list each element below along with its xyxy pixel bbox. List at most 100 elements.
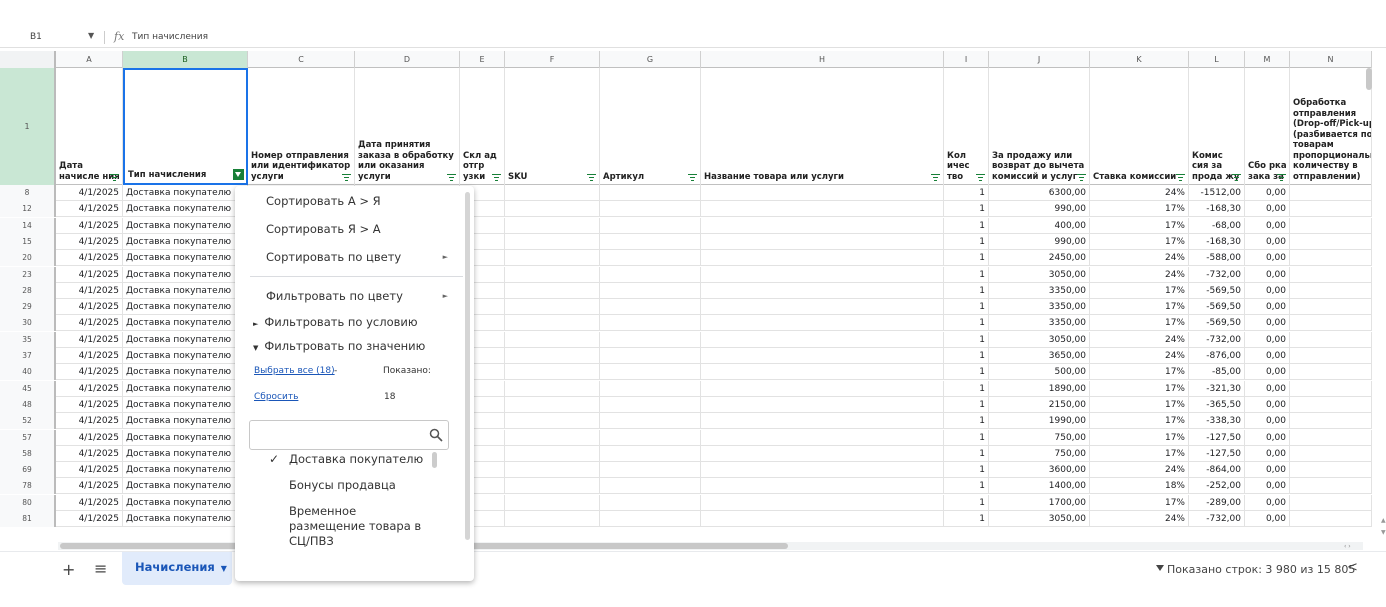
commission-rate-cell[interactable]: 24% [1090, 511, 1189, 527]
quantity-cell[interactable]: 1 [944, 185, 989, 201]
sale-amount-cell[interactable]: 3600,00 [989, 462, 1090, 479]
empty-cell[interactable] [1290, 348, 1372, 364]
quantity-cell[interactable]: 1 [944, 462, 989, 479]
sale-amount-cell[interactable]: 3050,00 [989, 266, 1090, 283]
commission-cell[interactable]: -338,30 [1189, 413, 1245, 430]
assembly-cell[interactable]: 0,00 [1245, 266, 1290, 283]
quantity-cell[interactable]: 1 [944, 396, 989, 413]
assembly-cell[interactable]: 0,00 [1245, 413, 1290, 430]
empty-cell[interactable] [600, 396, 701, 413]
commission-cell[interactable]: -732,00 [1189, 511, 1245, 527]
row-number[interactable]: 80 [0, 494, 56, 511]
date-cell[interactable]: 4/1/2025 [56, 250, 123, 267]
empty-cell[interactable] [701, 396, 944, 413]
filter-by-color-item[interactable]: Фильтровать по цвету ► [235, 285, 474, 307]
quantity-cell[interactable]: 1 [944, 364, 989, 381]
scroll-up-icon[interactable]: ▲ [1381, 517, 1386, 524]
assembly-cell[interactable]: 0,00 [1245, 315, 1290, 332]
header-cell-m[interactable]: Сбо рка зака за [1245, 68, 1290, 185]
type-cell[interactable]: Доставка покупателю [123, 201, 248, 218]
sale-amount-cell[interactable]: 2150,00 [989, 396, 1090, 413]
type-cell[interactable]: Доставка покупателю [123, 364, 248, 381]
column-header-h[interactable]: H [701, 51, 944, 68]
sale-amount-cell[interactable]: 990,00 [989, 233, 1090, 250]
commission-rate-cell[interactable]: 17% [1090, 299, 1189, 316]
empty-cell[interactable] [701, 299, 944, 316]
type-cell[interactable]: Доставка покупателю [123, 266, 248, 283]
filter-icon[interactable] [587, 174, 596, 181]
row-number[interactable]: 37 [0, 348, 56, 364]
select-all-corner[interactable] [0, 51, 56, 68]
value-search-input[interactable] [249, 420, 449, 450]
empty-cell[interactable] [505, 429, 600, 446]
type-cell[interactable]: Доставка покупателю [123, 396, 248, 413]
commission-rate-cell[interactable]: 17% [1090, 315, 1189, 332]
empty-cell[interactable] [701, 380, 944, 397]
type-cell[interactable]: Доставка покупателю [123, 282, 248, 299]
type-cell[interactable]: Доставка покупателю [123, 511, 248, 527]
commission-cell[interactable]: -864,00 [1189, 462, 1245, 479]
quantity-cell[interactable]: 1 [944, 250, 989, 267]
empty-cell[interactable] [505, 511, 600, 527]
filter-icon[interactable] [1077, 174, 1086, 181]
empty-cell[interactable] [701, 413, 944, 430]
empty-cell[interactable] [600, 201, 701, 218]
empty-cell[interactable] [505, 494, 600, 511]
column-header-c[interactable]: C [248, 51, 355, 68]
empty-cell[interactable] [701, 331, 944, 348]
type-cell[interactable]: Доставка покупателю [123, 429, 248, 446]
scroll-down-icon[interactable]: ▼ [1381, 529, 1386, 536]
sale-amount-cell[interactable]: 3350,00 [989, 299, 1090, 316]
assembly-cell[interactable]: 0,00 [1245, 429, 1290, 446]
empty-cell[interactable] [505, 201, 600, 218]
assembly-cell[interactable]: 0,00 [1245, 478, 1290, 495]
filter-icon[interactable] [447, 174, 456, 181]
empty-cell[interactable] [701, 429, 944, 446]
empty-cell[interactable] [701, 494, 944, 511]
empty-cell[interactable] [600, 478, 701, 495]
sort-z-a-item[interactable]: Сортировать Я > А [235, 218, 474, 240]
empty-cell[interactable] [505, 348, 600, 364]
date-cell[interactable]: 4/1/2025 [56, 233, 123, 250]
type-cell[interactable]: Доставка покупателю [123, 233, 248, 250]
commission-rate-cell[interactable]: 17% [1090, 380, 1189, 397]
type-cell[interactable]: Доставка покупателю [123, 494, 248, 511]
row-number[interactable]: 29 [0, 299, 56, 316]
quantity-cell[interactable]: 1 [944, 348, 989, 364]
assembly-cell[interactable]: 0,00 [1245, 348, 1290, 364]
empty-cell[interactable] [505, 413, 600, 430]
column-header-f[interactable]: F [505, 51, 600, 68]
assembly-cell[interactable]: 0,00 [1245, 396, 1290, 413]
assembly-cell[interactable]: 0,00 [1245, 282, 1290, 299]
date-cell[interactable]: 4/1/2025 [56, 201, 123, 218]
filter-by-value-toggle[interactable]: ▼ Фильтровать по значению [253, 336, 463, 356]
row-number[interactable]: 78 [0, 478, 56, 495]
date-cell[interactable]: 4/1/2025 [56, 494, 123, 511]
sale-amount-cell[interactable]: 3050,00 [989, 511, 1090, 527]
header-cell-d[interactable]: Дата принятия заказа в обработку или ока… [355, 68, 460, 185]
empty-cell[interactable] [701, 364, 944, 381]
filter-icon[interactable] [492, 174, 501, 181]
assembly-cell[interactable]: 0,00 [1245, 364, 1290, 381]
sale-amount-cell[interactable]: 400,00 [989, 217, 1090, 234]
commission-cell[interactable]: -289,00 [1189, 494, 1245, 511]
sort-a-z-item[interactable]: Сортировать А > Я [235, 190, 474, 212]
quantity-cell[interactable]: 1 [944, 299, 989, 316]
empty-cell[interactable] [1290, 380, 1372, 397]
empty-cell[interactable] [1290, 185, 1372, 201]
date-cell[interactable]: 4/1/2025 [56, 299, 123, 316]
horizontal-scroll-arrows[interactable]: ‹ › [1344, 543, 1351, 550]
date-cell[interactable]: 4/1/2025 [56, 511, 123, 527]
empty-cell[interactable] [701, 445, 944, 462]
quantity-cell[interactable]: 1 [944, 478, 989, 495]
sale-amount-cell[interactable]: 750,00 [989, 445, 1090, 462]
date-cell[interactable]: 4/1/2025 [56, 429, 123, 446]
name-box-dropdown-icon[interactable]: ▼ [88, 31, 94, 40]
row-number[interactable]: 81 [0, 511, 56, 527]
commission-cell[interactable]: -569,50 [1189, 282, 1245, 299]
row-number[interactable]: 57 [0, 429, 56, 446]
filter-icon[interactable] [1176, 174, 1185, 181]
empty-cell[interactable] [1290, 266, 1372, 283]
empty-cell[interactable] [1290, 217, 1372, 234]
type-cell[interactable]: Доставка покупателю [123, 185, 248, 201]
